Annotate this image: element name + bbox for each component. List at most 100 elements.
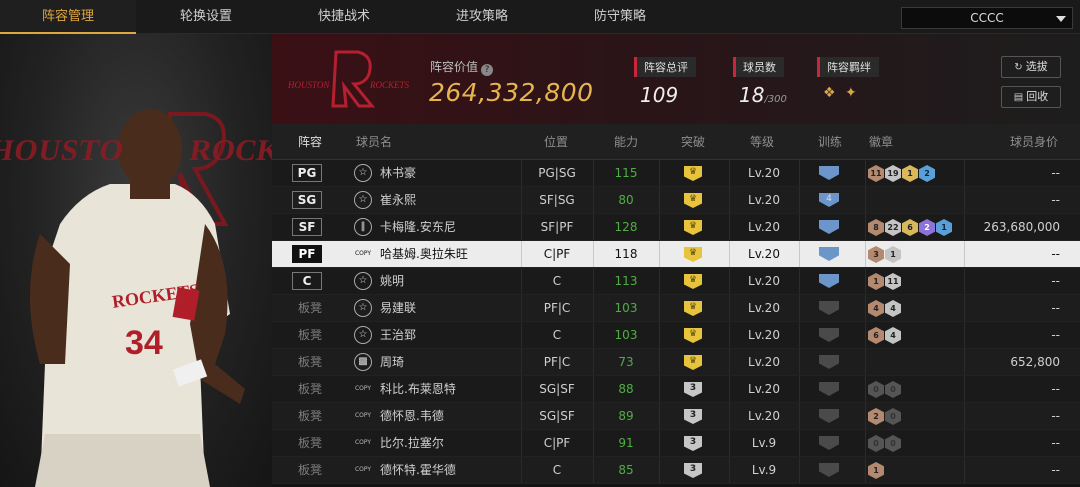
player-name[interactable]: 林书豪 <box>380 160 416 186</box>
badge-hex-icon[interactable]: 19 <box>885 165 901 182</box>
training-shield-icon[interactable] <box>819 382 839 396</box>
badge-hex-icon[interactable]: 0 <box>885 408 901 425</box>
badge-hex-icon[interactable]: 6 <box>868 327 884 344</box>
player-row[interactable]: PG ☆ 林书豪 PG|SG 115 ♛ Lv.20 11 19 1 2 -- <box>272 160 1080 187</box>
col-training[interactable]: 训练 <box>818 124 842 160</box>
badge-hex-icon[interactable]: 4 <box>885 300 901 317</box>
bond-group-icon[interactable]: ✦ <box>845 85 861 101</box>
player-row[interactable]: 板凳 COPY 科比.布莱恩特 SG|SF 88 3 Lv.20 0 0 -- <box>272 376 1080 403</box>
bond-handshake-icon[interactable]: ❖ <box>823 85 839 101</box>
player-name[interactable]: 德怀特.霍华德 <box>380 457 456 483</box>
player-row[interactable]: 板凳 COPY 德怀特.霍华德 C 85 3 Lv.9 1 -- <box>272 457 1080 484</box>
player-row[interactable]: 板凳 ▩ 周琦 PF|C 73 ♛ Lv.20 652,800 <box>272 349 1080 376</box>
player-name[interactable]: 姚明 <box>380 268 404 294</box>
tab-4[interactable]: 防守策略 <box>552 0 688 34</box>
training-shield-icon[interactable] <box>819 328 839 342</box>
player-name[interactable]: 崔永熙 <box>380 187 416 213</box>
badge-hex-icon[interactable]: 22 <box>885 219 901 236</box>
training-shield-icon[interactable] <box>819 247 839 261</box>
breakthrough-badge[interactable]: 3 <box>684 382 702 397</box>
player-ability: 103 <box>614 328 638 342</box>
player-row[interactable]: 板凳 COPY 德怀恩.韦德 SG|SF 89 3 Lv.20 2 0 -- <box>272 403 1080 430</box>
player-row[interactable]: 板凳 COPY 比尔.拉塞尔 C|PF 91 3 Lv.9 0 0 -- <box>272 430 1080 457</box>
lineup-slot-badge[interactable]: PG <box>292 164 322 182</box>
lineup-slot-badge[interactable]: SF <box>292 218 322 236</box>
player-row[interactable]: 板凳 ☆ 易建联 PF|C 103 ♛ Lv.20 4 4 -- <box>272 295 1080 322</box>
tab-1[interactable]: 轮换设置 <box>138 0 274 34</box>
badge-hex-icon[interactable]: 2 <box>919 165 935 182</box>
col-lineup[interactable]: 阵容 <box>298 124 322 160</box>
breakthrough-crown-icon[interactable]: ♛ <box>684 274 702 289</box>
player-name[interactable]: 周琦 <box>380 349 404 375</box>
training-shield-icon[interactable] <box>819 301 839 315</box>
col-position[interactable]: 位置 <box>544 124 568 160</box>
badge-hex-icon[interactable]: 8 <box>868 219 884 236</box>
badge-hex-icon[interactable]: 11 <box>868 165 884 182</box>
training-shield-icon[interactable] <box>819 409 839 423</box>
training-shield-icon[interactable] <box>819 220 839 234</box>
training-shield-icon[interactable]: 4 <box>819 193 839 207</box>
player-name[interactable]: 卡梅隆.安东尼 <box>380 214 456 240</box>
badge-hex-icon[interactable]: 4 <box>885 327 901 344</box>
player-name[interactable]: 王治郅 <box>380 322 416 348</box>
training-shield-icon[interactable] <box>819 436 839 450</box>
badge-hex-icon[interactable]: 0 <box>885 435 901 452</box>
badge-hex-icon[interactable]: 1 <box>885 246 901 263</box>
recycle-button[interactable]: ▤ 回收 <box>1001 86 1061 108</box>
training-shield-icon[interactable] <box>819 355 839 369</box>
tab-2[interactable]: 快捷战术 <box>276 0 412 34</box>
badge-hex-icon[interactable]: 2 <box>868 408 884 425</box>
tab-3[interactable]: 进攻策略 <box>414 0 550 34</box>
lineup-slot-badge[interactable]: SG <box>292 191 322 209</box>
player-name[interactable]: 哈基姆.奥拉朱旺 <box>380 241 468 267</box>
badge-hex-icon[interactable]: 0 <box>868 435 884 452</box>
col-breakthrough[interactable]: 突破 <box>681 124 705 160</box>
column-divider <box>659 160 660 186</box>
player-market-value: -- <box>1051 409 1060 423</box>
badge-hex-icon[interactable]: 1 <box>902 165 918 182</box>
col-level[interactable]: 等级 <box>750 124 774 160</box>
col-ability[interactable]: 能力 <box>614 124 638 160</box>
breakthrough-crown-icon[interactable]: ♛ <box>684 220 702 235</box>
breakthrough-badge[interactable]: 3 <box>684 463 702 478</box>
badge-hex-icon[interactable]: 4 <box>868 300 884 317</box>
breakthrough-crown-icon[interactable]: ♛ <box>684 166 702 181</box>
badge-hex-icon[interactable]: 2 <box>919 219 935 236</box>
help-icon[interactable]: ? <box>481 64 494 76</box>
badge-hex-icon[interactable]: 11 <box>885 273 901 290</box>
breakthrough-crown-icon[interactable]: ♛ <box>684 355 702 370</box>
badge-hex-icon[interactable]: 3 <box>868 246 884 263</box>
badge-hex-icon[interactable]: 1 <box>868 273 884 290</box>
breakthrough-crown-icon[interactable]: ♛ <box>684 193 702 208</box>
breakthrough-badge[interactable]: 3 <box>684 409 702 424</box>
badge-hex-icon[interactable]: 1 <box>936 219 952 236</box>
player-row[interactable]: C ☆ 姚明 C 113 ♛ Lv.20 1 11 -- <box>272 268 1080 295</box>
player-name[interactable]: 易建联 <box>380 295 416 321</box>
player-name[interactable]: 科比.布莱恩特 <box>380 376 456 402</box>
player-name[interactable]: 德怀恩.韦德 <box>380 403 444 429</box>
player-row[interactable]: SG ☆ 崔永熙 SF|SG 80 ♛ Lv.20 4 -- <box>272 187 1080 214</box>
team-select-dropdown[interactable]: CCCC <box>901 7 1073 29</box>
badge-hex-icon[interactable]: 1 <box>868 462 884 479</box>
training-shield-icon[interactable] <box>819 274 839 288</box>
select-button[interactable]: ↻ 选拔 <box>1001 56 1061 78</box>
col-badges[interactable]: 徽章 <box>869 124 893 160</box>
player-name[interactable]: 比尔.拉塞尔 <box>380 430 444 456</box>
player-row[interactable]: SF ‖ 卡梅隆.安东尼 SF|PF 128 ♛ Lv.20 8 22 6 2 1 263,680,00… <box>272 214 1080 241</box>
lineup-slot-badge[interactable]: C <box>292 272 322 290</box>
col-player-name[interactable]: 球员名 <box>356 124 392 160</box>
breakthrough-crown-icon[interactable]: ♛ <box>684 328 702 343</box>
breakthrough-badge[interactable]: 3 <box>684 436 702 451</box>
player-row[interactable]: 板凳 ☆ 王治郅 C 103 ♛ Lv.20 6 4 -- <box>272 322 1080 349</box>
badge-hex-icon[interactable]: 6 <box>902 219 918 236</box>
training-shield-icon[interactable] <box>819 463 839 477</box>
col-player-value[interactable]: 球员身价 <box>1010 124 1058 160</box>
training-shield-icon[interactable] <box>819 166 839 180</box>
breakthrough-crown-icon[interactable]: ♛ <box>684 247 702 262</box>
player-row[interactable]: PF COPY 哈基姆.奥拉朱旺 C|PF 118 ♛ Lv.20 3 1 -- <box>272 241 1080 268</box>
lineup-slot-badge[interactable]: PF <box>292 245 322 263</box>
badge-hex-icon[interactable]: 0 <box>868 381 884 398</box>
badge-hex-icon[interactable]: 0 <box>885 381 901 398</box>
tab-0[interactable]: 阵容管理 <box>0 0 136 34</box>
breakthrough-crown-icon[interactable]: ♛ <box>684 301 702 316</box>
